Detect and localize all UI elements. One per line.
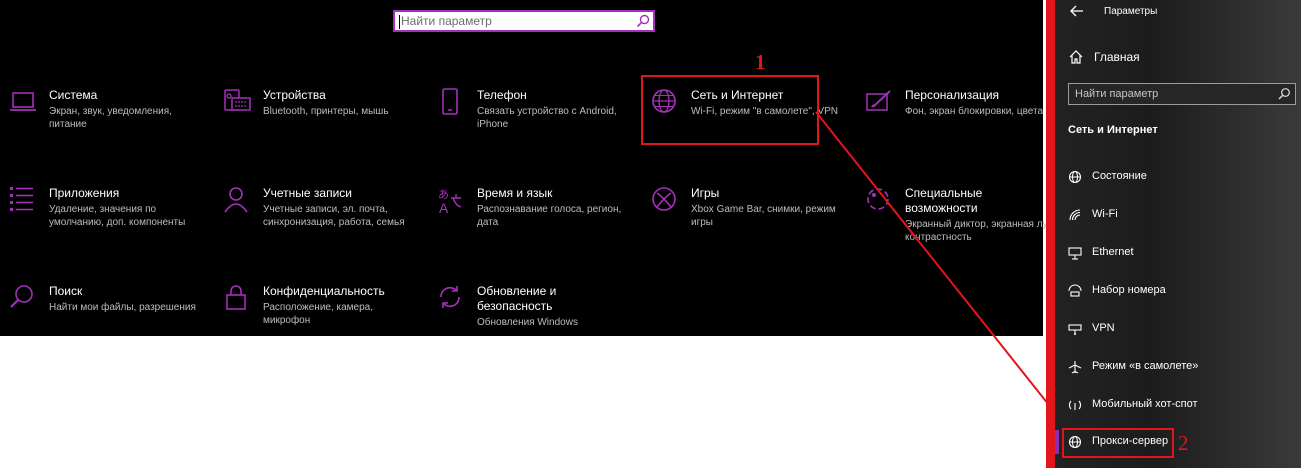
tile-description: Учетные записи, эл. почта, синхронизация… [263,204,405,228]
annotation-number-2: 2 [1178,431,1189,455]
back-arrow-icon[interactable] [1069,3,1085,19]
search-icon [10,285,33,308]
phone-icon [442,88,458,115]
panel-title: Параметры [1104,6,1158,17]
panel-search-box[interactable] [1068,83,1296,105]
apps-list-icon [10,187,33,211]
svg-text:A: A [439,200,449,214]
tile-devices[interactable]: Устройства Bluetooth, принтеры, мышь [223,88,423,160]
section-title: Сеть и Интернет [1068,124,1158,136]
tile-description: Расположение, камера, микрофон [263,302,374,326]
panel-search-input[interactable] [1075,85,1270,103]
tile-title: Поиск [49,284,83,298]
tile-description: Bluetooth, принтеры, мышь [263,106,389,117]
vpn-icon [1068,324,1082,335]
nav-item-proxy[interactable]: Прокси-сервер [1068,432,1286,452]
home-link-label: Главная [1094,50,1140,64]
tile-title: Время и язык [477,186,553,200]
wifi-icon [1069,209,1081,221]
update-icon [440,286,460,308]
keyboard-speaker-icon [224,89,251,111]
tile-description: Обновления Windows [477,317,578,328]
tile-title: Учетные записи [263,186,352,200]
tile-title: Персонализация [905,88,1000,102]
tile-title: Игры [691,186,720,200]
nav-item-wifi[interactable]: Wi-Fi [1068,205,1286,225]
settings-panel: Параметры Главная Сеть и Интернет Состоя… [1046,0,1301,468]
nav-item-label: Wi-Fi [1092,208,1118,220]
tile-privacy[interactable]: Конфиденциальность Расположение, камера,… [223,284,423,356]
tile-description: Найти мои файлы, разрешения [49,302,196,313]
person-icon [224,187,248,213]
nav-item-label: Мобильный хот-спот [1092,398,1198,410]
tile-accounts[interactable]: Учетные записи Учетные записи, эл. почта… [223,186,423,258]
tile-description: Wi-Fi, режим "в самолете", VPN [691,106,838,117]
tile-title: Устройства [263,88,326,102]
ease-of-access-icon [867,188,889,210]
selection-accent [1055,430,1059,454]
tile-description: Экранный диктор, экранная лупа, контраст… [905,219,1062,243]
nav-item-label: Состояние [1092,170,1147,182]
tile-description: Распознавание голоса, регион, дата [477,204,622,228]
nav-item-ethernet[interactable]: Ethernet [1068,243,1286,263]
tile-description: Связать устройство с Android, iPhone [477,106,617,130]
tile-title: Обновление и безопасность [477,284,557,313]
nav-item-label: VPN [1092,322,1115,334]
home-link[interactable]: Главная [1068,48,1268,68]
search-input[interactable] [401,12,629,30]
tile-description: Xbox Game Bar, снимки, режим игры [691,204,836,228]
laptop-icon [10,92,36,111]
tile-search[interactable]: Поиск Найти мои файлы, разрешения [9,284,209,356]
tile-title: Сеть и Интернет [691,88,784,102]
dialup-icon [1068,284,1082,297]
tile-description: Фон, экран блокировки, цвета [905,106,1044,117]
nav-item-dialup[interactable]: Набор номера [1068,281,1286,301]
nav-item-label: Прокси-сервер [1092,435,1169,447]
nav-item-label: Режим «в самолете» [1092,360,1199,372]
tile-description: Удаление, значения по умолчанию, доп. ко… [49,204,186,228]
text-caret [399,15,400,29]
tile-personalization[interactable]: Персонализация Фон, экран блокировки, цв… [865,88,1065,160]
globe-icon [652,89,676,113]
nav-item-airplane[interactable]: Режим «в самолете» [1068,357,1286,377]
tile-ease-of-access[interactable]: Специальные возможности Экранный диктор,… [865,186,1065,258]
tile-time-language[interactable]: あ A Время и язык Распознавание голоса, р… [437,186,637,258]
hotspot-icon [1068,400,1082,410]
nav-item-status[interactable]: Состояние [1068,167,1286,187]
xbox-icon [652,187,676,211]
home-icon [1069,50,1083,64]
tile-title: Конфиденциальность [263,284,385,298]
settings-home: Система Экран, звук, уведомления, питани… [0,0,1061,336]
paint-icon [866,90,891,111]
proxy-globe-icon [1068,435,1082,449]
lock-icon [226,285,246,310]
status-globe-icon [1068,170,1082,184]
search-icon[interactable] [635,13,651,29]
nav-item-label: Набор номера [1092,284,1166,296]
nav-item-label: Ethernet [1092,246,1134,258]
annotation-number-1: 1 [755,50,766,74]
tile-title: Телефон [477,88,527,102]
tile-network[interactable]: Сеть и Интернет Wi-Fi, режим "в самолете… [651,88,851,160]
tile-update-security[interactable]: Обновление и безопасность Обновления Win… [437,284,637,356]
time-language-icon: あ A [438,188,462,214]
tile-gaming[interactable]: Игры Xbox Game Bar, снимки, режим игры [651,186,851,258]
ethernet-icon [1068,247,1082,260]
nav-item-vpn[interactable]: VPN [1068,319,1286,339]
nav-item-hotspot[interactable]: Мобильный хот-спот [1068,395,1286,415]
airplane-icon [1068,361,1082,374]
tile-system[interactable]: Система Экран, звук, уведомления, питани… [9,88,209,160]
search-icon[interactable] [1277,87,1291,101]
tile-title: Приложения [49,186,120,200]
tile-phone[interactable]: Телефон Связать устройство с Android, iP… [437,88,637,160]
tile-apps[interactable]: Приложения Удаление, значения по умолчан… [9,186,209,258]
search-box[interactable] [393,10,655,32]
tile-title: Специальные возможности [905,186,983,215]
tile-description: Экран, звук, уведомления, питание [49,106,172,130]
tile-title: Система [49,88,98,102]
